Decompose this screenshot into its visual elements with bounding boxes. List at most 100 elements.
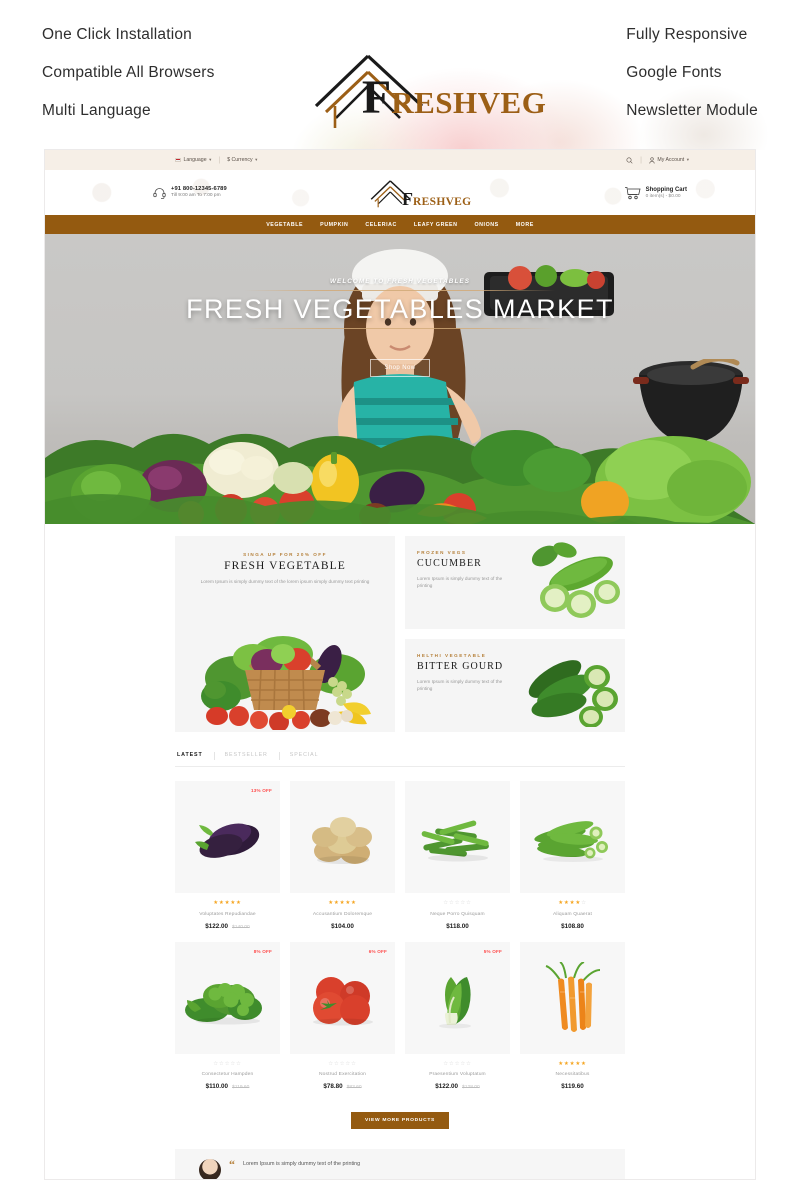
logo-wordmark: RESHVEG bbox=[413, 196, 472, 209]
hero-slider[interactable]: WELCOME TO FRESH VEGETABLES FRESH VEGETA… bbox=[45, 234, 755, 524]
product-name[interactable]: Accusantium Doloremque bbox=[290, 912, 395, 917]
promo-features-right: Fully Responsive Google Fonts Newsletter… bbox=[626, 26, 758, 150]
discount-badge: 6% OFF bbox=[368, 948, 387, 954]
product-thumbnail[interactable]: 8% OFF bbox=[175, 941, 280, 1054]
product-card[interactable]: 13% OFF ★★★★★ Voluptates Repudiandae $12… bbox=[175, 781, 280, 930]
cucumber-icon bbox=[531, 542, 620, 618]
product-price: $104.00 bbox=[331, 922, 354, 930]
nav-item-leafy-green[interactable]: LEAFY GREEN bbox=[414, 222, 458, 228]
brand-logo: F RESHVEG bbox=[310, 32, 546, 150]
product-thumbnail[interactable] bbox=[520, 781, 625, 893]
product-name[interactable]: Praesentium Voluptatum bbox=[405, 1072, 510, 1077]
my-account-menu[interactable]: My Account ▾ bbox=[649, 156, 689, 164]
product-price: $122.00 bbox=[435, 1083, 459, 1091]
product-price: $110.00 bbox=[205, 1083, 229, 1091]
product-name[interactable]: Necessitatibus bbox=[520, 1072, 625, 1077]
product-card[interactable]: ☆☆☆☆☆ Neque Porro Quisquam $118.00 bbox=[405, 781, 510, 930]
product-rating: ☆☆☆☆☆ bbox=[443, 1060, 472, 1067]
tab-special[interactable]: SPECIAL bbox=[278, 752, 330, 760]
view-more-wrapper: VIEW MORE PRODUCTS bbox=[175, 1108, 625, 1130]
product-thumbnail[interactable]: 5% OFF bbox=[405, 941, 510, 1054]
language-selector[interactable]: Language ▾ bbox=[175, 157, 211, 163]
header-contact: +91 800-12345-6789 Till 9:00 am To 7:00 … bbox=[153, 185, 227, 200]
product-thumbnail[interactable] bbox=[405, 781, 510, 893]
broccoli-icon bbox=[184, 982, 262, 1025]
banner-bitter-gourd[interactable]: HELTHI VEGETABLE BITTER GOURD Lorem Ipsu… bbox=[405, 639, 625, 732]
cart-summary: 0 item(s) - $0.00 bbox=[645, 193, 681, 199]
product-old-price: $140.00 bbox=[232, 924, 250, 930]
product-rating: ☆☆☆☆☆ bbox=[213, 1060, 242, 1067]
promo-feature: One Click Installation bbox=[42, 26, 192, 43]
user-icon bbox=[649, 156, 655, 164]
nav-item-pumpkin[interactable]: PUMPKIN bbox=[320, 222, 348, 228]
nav-item-celeriac[interactable]: CELERIAC bbox=[365, 222, 396, 228]
cart-title: Shopping Cart bbox=[645, 186, 687, 193]
logo-wordmark: RESHVEG bbox=[391, 85, 547, 120]
promo-header: One Click Installation Compatible All Br… bbox=[0, 0, 800, 150]
currency-label: $ Currency bbox=[227, 157, 253, 163]
product-rating: ☆☆☆☆☆ bbox=[328, 1060, 357, 1067]
shopping-cart-button[interactable]: Shopping Cart 0 item(s) - $0.00 bbox=[624, 186, 687, 200]
product-thumbnail[interactable] bbox=[520, 941, 625, 1054]
banner-description: Lorem Ipsum is simply dummy text of the … bbox=[417, 678, 503, 692]
product-old-price: $128.00 bbox=[462, 1085, 480, 1091]
product-card[interactable]: ★★★★★ Necessitatibus $119.60 bbox=[520, 941, 625, 1090]
product-name[interactable]: Neque Porro Quisquam bbox=[405, 912, 510, 917]
site-logo[interactable]: F RESHVEG bbox=[369, 178, 471, 208]
discount-badge: 13% OFF bbox=[250, 788, 272, 793]
quote-icon: “ bbox=[229, 1157, 235, 1172]
product-name[interactable]: Aliquam Quaerat bbox=[520, 912, 625, 917]
headset-icon bbox=[153, 187, 166, 199]
tab-bestseller[interactable]: BESTSELLER bbox=[213, 752, 279, 760]
promo-feature: Newsletter Module bbox=[626, 102, 758, 119]
okra-icon bbox=[533, 821, 608, 862]
product-name[interactable]: Nostrud Exercitation bbox=[290, 1072, 395, 1077]
tab-latest[interactable]: LATEST bbox=[175, 752, 214, 758]
banner-description: Lorem Ipsum is simply dummy text of the … bbox=[417, 575, 503, 589]
promo-feature: Google Fonts bbox=[626, 64, 722, 81]
product-name[interactable]: Consectetur Hampden bbox=[175, 1072, 280, 1077]
product-thumbnail[interactable] bbox=[290, 781, 395, 893]
hero-divider-top bbox=[245, 290, 555, 291]
product-old-price: $83.60 bbox=[346, 1085, 362, 1091]
product-card[interactable]: 6% OFF ☆☆☆☆☆ Nostrud Exercitation $78.80… bbox=[290, 941, 395, 1091]
logo-first-letter: F bbox=[402, 189, 414, 210]
carrot-icon bbox=[545, 961, 600, 1032]
banner-description: Lorem Ipsum is simply dummy text of the … bbox=[200, 578, 370, 584]
product-thumbnail[interactable]: 6% OFF bbox=[290, 941, 395, 1054]
product-thumbnail[interactable]: 13% OFF bbox=[175, 781, 280, 893]
divider: | bbox=[640, 156, 642, 164]
currency-selector[interactable]: $ Currency ▾ bbox=[227, 157, 257, 163]
nav-item-onions[interactable]: ONIONS bbox=[475, 222, 499, 228]
divider: | bbox=[218, 156, 221, 164]
search-icon[interactable] bbox=[626, 157, 633, 164]
hero-caption: WELCOME TO FRESH VEGETABLES FRESH VEGETA… bbox=[45, 278, 755, 378]
site-header: +91 800-12345-6789 Till 9:00 am To 7:00 … bbox=[45, 170, 755, 215]
hero-subtitle: WELCOME TO FRESH VEGETABLES bbox=[329, 278, 471, 285]
product-tabs: LATEST BESTSELLER SPECIAL bbox=[175, 752, 625, 767]
product-card[interactable]: 5% OFF ☆☆☆☆☆ Praesentium Voluptatum $122… bbox=[405, 941, 510, 1091]
testimonial-text: Lorem Ipsum is simply dummy text of the … bbox=[243, 1161, 361, 1168]
promo-feature: Multi Language bbox=[42, 102, 151, 119]
banner-cucumber[interactable]: FROZEN VEGS CUCUMBER Lorem Ipsum is simp… bbox=[405, 536, 625, 629]
shop-now-button[interactable]: Shop Now bbox=[369, 359, 431, 378]
product-card[interactable]: ★★★★★ Accusantium Doloremque $104.00 bbox=[290, 781, 395, 930]
product-card[interactable]: 8% OFF ☆☆☆☆☆ Consectetur Hampden $110.00… bbox=[175, 941, 280, 1091]
banner-title: FRESH VEGETABLE bbox=[224, 559, 346, 572]
green-beans-icon bbox=[421, 820, 489, 862]
chevron-down-icon: ▾ bbox=[686, 157, 689, 162]
promo-feature: Compatible All Browsers bbox=[42, 64, 215, 81]
product-price: $118.00 bbox=[446, 922, 469, 930]
product-name[interactable]: Voluptates Repudiandae bbox=[175, 912, 280, 917]
nav-item-more[interactable]: MORE bbox=[516, 222, 534, 228]
product-price: $122.00 bbox=[205, 922, 229, 930]
product-grid-row-2: 8% OFF ☆☆☆☆☆ Consectetur Hampden $110.00… bbox=[175, 941, 625, 1091]
cart-icon bbox=[624, 186, 641, 200]
vegetable-basket-icon bbox=[201, 636, 371, 730]
flag-icon bbox=[175, 157, 181, 163]
nav-item-vegetable[interactable]: VEGETABLE bbox=[266, 222, 303, 228]
product-card[interactable]: ★★★★☆ Aliquam Quaerat $108.80 bbox=[520, 781, 625, 930]
view-more-products-button[interactable]: VIEW MORE PRODUCTS bbox=[351, 1112, 449, 1130]
banner-fresh-vegetable[interactable]: SINGA UP FOR 20% OFF FRESH VEGETABLE Lor… bbox=[175, 536, 395, 732]
bitter-gourd-icon bbox=[528, 660, 618, 727]
